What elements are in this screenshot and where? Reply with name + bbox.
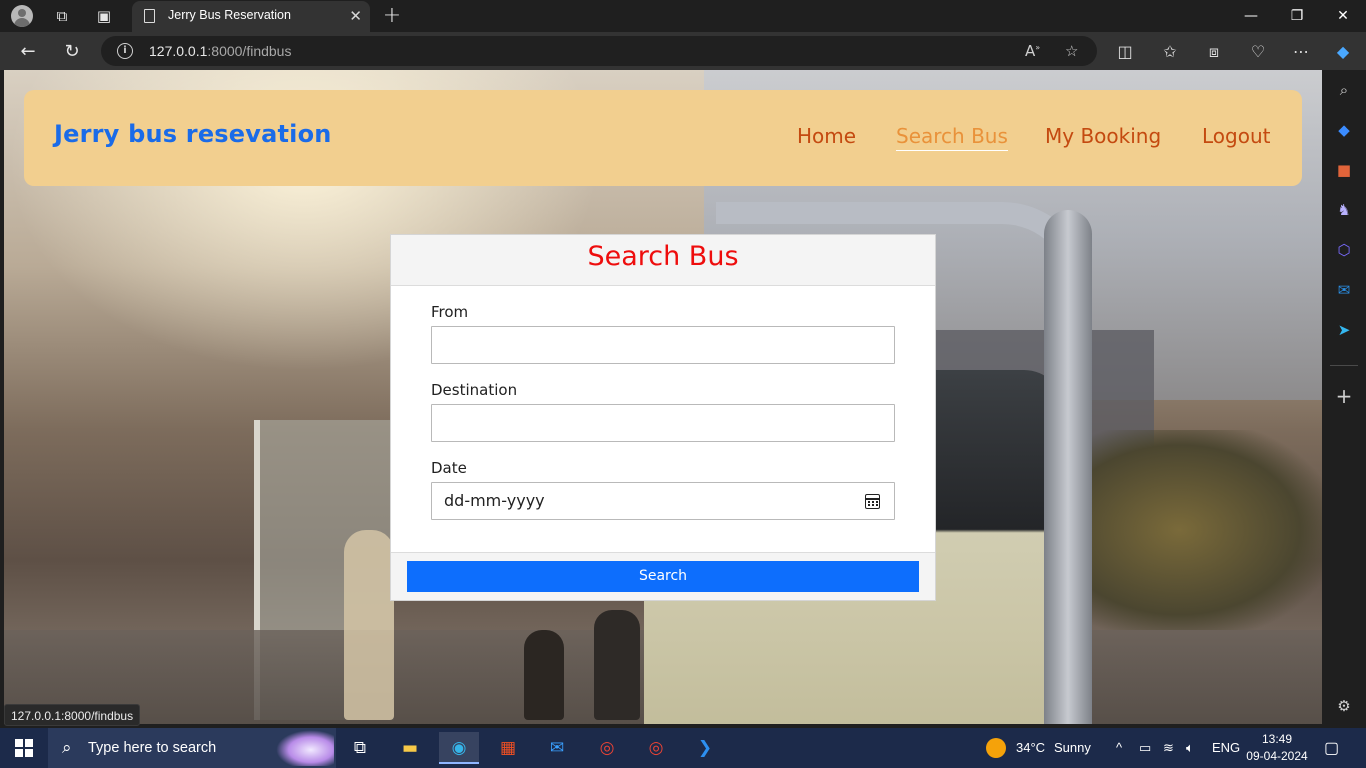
shopping-tag-icon[interactable]: ◆: [1332, 118, 1356, 142]
vscode-icon[interactable]: ❯: [685, 732, 725, 764]
copilot-icon[interactable]: ◆: [1331, 40, 1355, 64]
chrome-profile-icon[interactable]: ◎: [636, 732, 676, 764]
notifications-icon[interactable]: ▢: [1324, 738, 1339, 758]
mail-icon[interactable]: ✉: [537, 732, 577, 764]
microsoft-store-icon[interactable]: ▦: [488, 732, 528, 764]
minimize-icon[interactable]: —: [1228, 0, 1274, 32]
microsoft-365-icon[interactable]: ⬡: [1332, 238, 1356, 262]
nav-my-booking[interactable]: My Booking: [1045, 124, 1161, 148]
clock-time: 13:49: [1261, 732, 1293, 746]
back-icon[interactable]: ←: [15, 39, 41, 65]
site-navbar: Jerry bus resevation Home Search Bus My …: [24, 90, 1302, 186]
form-title: Search Bus: [587, 241, 739, 272]
date-label: Date: [431, 459, 467, 477]
restore-icon[interactable]: ❐: [1274, 0, 1320, 32]
browser-tab-bar: ⧉ ▣ Jerry Bus Reservation ✕ + — ❐ ✕: [0, 0, 1366, 32]
task-view-icon[interactable]: ⧉: [340, 732, 380, 764]
search-bus-card: Search Bus From Destination Date dd-mm-y…: [390, 234, 936, 601]
wifi-icon[interactable]: ≋: [1163, 740, 1174, 756]
page-icon: [144, 9, 155, 23]
search-icon[interactable]: ⌕: [1332, 78, 1356, 102]
battery-icon[interactable]: ▭: [1139, 740, 1151, 756]
url-text: 127.0.0.1:8000/findbus: [149, 43, 292, 59]
outlook-icon[interactable]: ✉: [1332, 278, 1356, 302]
drop-send-icon[interactable]: ➤: [1332, 318, 1356, 342]
taskbar-search-placeholder: Type here to search: [88, 740, 217, 756]
clock-date: 09-04-2024: [1246, 749, 1308, 763]
tab-title: Jerry Bus Reservation: [168, 8, 291, 22]
chrome-icon[interactable]: ◎: [587, 732, 627, 764]
edge-sidebar: ⌕ ◆ ■ ♞ ⬡ ✉ ➤ + ⚙: [1322, 70, 1366, 728]
windows-taskbar: ⌕ Type here to search ⧉ ▬ ◉ ▦ ✉ ◎ ◎ ❯ 34…: [0, 728, 1366, 768]
file-explorer-icon[interactable]: ▬: [390, 732, 430, 764]
background-charging-pole: [1044, 210, 1092, 724]
refresh-icon[interactable]: ↻: [59, 39, 85, 65]
tools-briefcase-icon[interactable]: ■: [1332, 158, 1356, 182]
browser-toolbar: ← ↻ i 127.0.0.1:8000/findbus A» ☆ ◫ ✩ ⧈ …: [0, 32, 1366, 70]
search-highlight-image: [276, 730, 334, 766]
new-tab-icon[interactable]: +: [380, 4, 404, 28]
windows-start-icon[interactable]: [15, 739, 33, 757]
favorite-star-icon[interactable]: ☆: [1065, 42, 1078, 60]
destination-input[interactable]: [431, 404, 895, 442]
address-bar[interactable]: i 127.0.0.1:8000/findbus A» ☆: [101, 36, 1097, 66]
system-clock[interactable]: 13:49 09-04-2024: [1244, 731, 1310, 765]
from-input[interactable]: [431, 326, 895, 364]
sidebar-divider: [1330, 365, 1358, 366]
close-window-icon[interactable]: ✕: [1320, 0, 1366, 32]
games-icon[interactable]: ♞: [1332, 198, 1356, 222]
from-label: From: [431, 303, 469, 321]
browser-essentials-icon[interactable]: ♡: [1246, 40, 1270, 64]
page-viewport: Jerry bus resevation Home Search Bus My …: [4, 70, 1322, 724]
brand-logo-text[interactable]: Jerry bus resevation: [54, 120, 332, 148]
weather-temperature[interactable]: 34°C: [1016, 740, 1045, 755]
background-person: [344, 530, 394, 720]
tab-close-icon[interactable]: ✕: [349, 7, 362, 25]
date-placeholder: dd-mm-yyyy: [444, 491, 545, 510]
background-person: [594, 610, 640, 720]
status-bar-url: 127.0.0.1:8000/findbus: [4, 704, 141, 726]
nav-logout[interactable]: Logout: [1202, 124, 1270, 148]
sidebar-settings-icon[interactable]: ⚙: [1332, 694, 1356, 718]
read-aloud-icon[interactable]: A»: [1025, 42, 1040, 60]
more-menu-icon[interactable]: ⋯: [1289, 40, 1313, 64]
site-info-icon[interactable]: i: [117, 43, 133, 59]
taskbar-search-box[interactable]: ⌕ Type here to search: [48, 728, 336, 768]
profile-avatar[interactable]: [10, 4, 34, 28]
tab-actions-icon[interactable]: ▣: [92, 4, 116, 28]
add-sidebar-app-icon[interactable]: +: [1332, 384, 1356, 408]
volume-icon[interactable]: 🔈︎: [1186, 740, 1194, 756]
edge-browser-icon[interactable]: ◉: [439, 732, 479, 764]
workspaces-icon[interactable]: ⧉: [50, 4, 74, 28]
profile-icon: [11, 5, 33, 27]
calendar-icon[interactable]: [865, 494, 880, 509]
date-input[interactable]: dd-mm-yyyy: [431, 482, 895, 520]
search-icon: ⌕: [62, 738, 72, 758]
collections-icon[interactable]: ⧈: [1202, 40, 1226, 64]
background-trees: [1084, 430, 1322, 630]
nav-home[interactable]: Home: [797, 124, 856, 148]
search-button[interactable]: Search: [407, 561, 919, 592]
card-footer: Search: [391, 552, 935, 600]
favorites-icon[interactable]: ✩: [1158, 40, 1182, 64]
card-header: Search Bus: [391, 235, 935, 286]
browser-tab[interactable]: Jerry Bus Reservation ✕: [132, 1, 370, 32]
show-hidden-icons-icon[interactable]: ^: [1116, 740, 1122, 755]
destination-label: Destination: [431, 381, 518, 399]
nav-search-bus[interactable]: Search Bus: [896, 124, 1008, 151]
weather-sun-icon[interactable]: [986, 738, 1006, 758]
split-screen-icon[interactable]: ◫: [1113, 40, 1137, 64]
background-person: [524, 630, 564, 720]
weather-condition[interactable]: Sunny: [1054, 740, 1091, 755]
language-indicator[interactable]: ENG: [1212, 740, 1240, 755]
